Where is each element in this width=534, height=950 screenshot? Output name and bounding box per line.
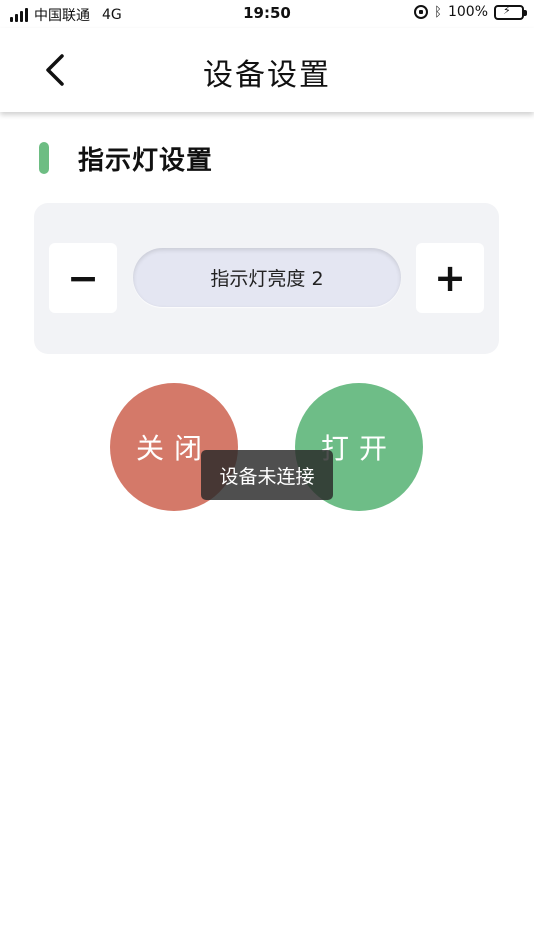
rotation-lock-icon bbox=[414, 5, 429, 19]
bluetooth-icon: ᛒ bbox=[434, 4, 442, 20]
battery-percent: 100% bbox=[447, 4, 488, 20]
section-title: 指示灯设置 bbox=[78, 146, 214, 176]
battery-charging-icon bbox=[494, 4, 527, 20]
toast-message: 设备未连接 bbox=[201, 450, 333, 500]
status-bar: 中国联通 4G 19:50 ᛒ 100% bbox=[0, 0, 534, 28]
brightness-value-display: 指示灯亮度 2 bbox=[133, 248, 401, 307]
status-right: ᛒ 100% bbox=[414, 4, 527, 20]
nav-header: 设备设置 bbox=[0, 28, 534, 112]
brightness-card: − 指示灯亮度 2 + bbox=[34, 203, 499, 354]
increase-brightness-button[interactable]: + bbox=[416, 243, 484, 313]
page-title: 设备设置 bbox=[203, 58, 331, 93]
section-accent-bar bbox=[39, 142, 49, 174]
decrease-brightness-button[interactable]: − bbox=[49, 243, 117, 313]
